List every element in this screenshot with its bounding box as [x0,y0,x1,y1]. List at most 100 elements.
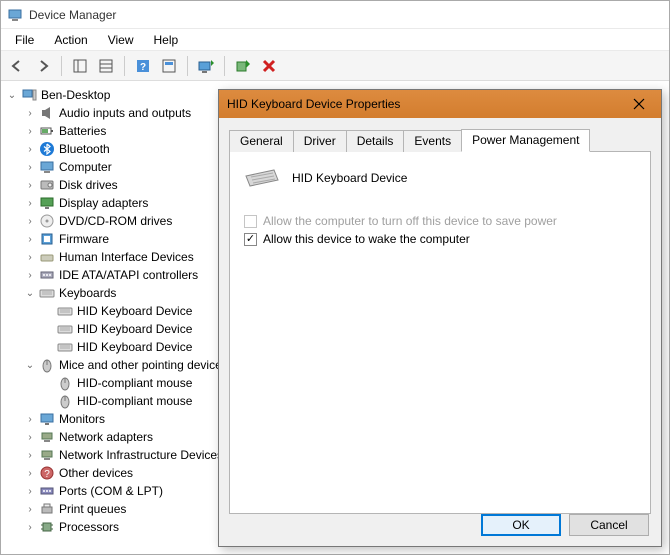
device-name: HID Keyboard Device [292,171,407,185]
tree-item-label: IDE ATA/ATAPI controllers [57,268,198,282]
properties-grid-button[interactable] [94,54,118,78]
tree-item-label: HID Keyboard Device [75,340,192,354]
expand-icon[interactable]: › [23,432,37,443]
expand-icon[interactable]: › [23,198,37,209]
expand-icon[interactable]: › [23,486,37,497]
cancel-button[interactable]: Cancel [569,514,649,536]
tree-item-label: Firmware [57,232,109,246]
checkbox-row-turnoff: Allow the computer to turn off this devi… [244,214,636,228]
expand-icon[interactable]: › [23,108,37,119]
tree-item-label: Print queues [57,502,126,516]
tree-item-label: Processors [57,520,119,534]
tab-events[interactable]: Events [403,130,462,152]
menu-view[interactable]: View [98,31,144,49]
mouse-icon [57,375,73,391]
disk-icon [39,177,55,193]
mouse-icon [57,393,73,409]
uninstall-device-button[interactable] [257,54,281,78]
tree-item-label: DVD/CD-ROM drives [57,214,172,228]
checkbox-wake-label: Allow this device to wake the computer [263,232,470,246]
toolbar-separator [187,56,188,76]
other-icon: ? [39,465,55,481]
action-button[interactable] [157,54,181,78]
tree-item-label: Computer [57,160,112,174]
checkbox-turnoff-label: Allow the computer to turn off this devi… [263,214,557,228]
tab-general[interactable]: General [229,130,294,152]
expand-icon[interactable]: › [23,180,37,191]
keyboard-icon [57,321,73,337]
tree-item-label: Audio inputs and outputs [57,106,191,120]
menubar: File Action View Help [1,29,669,51]
show-hide-tree-button[interactable] [68,54,92,78]
tab-driver[interactable]: Driver [293,130,347,152]
forward-button[interactable] [31,54,55,78]
expand-icon[interactable]: › [23,450,37,461]
enable-device-button[interactable] [231,54,255,78]
properties-dialog: HID Keyboard Device Properties General D… [218,89,662,547]
dialog-button-row: OK Cancel [481,514,649,536]
pc-icon [21,87,37,103]
scan-hardware-button[interactable] [194,54,218,78]
help-button[interactable]: ? [131,54,155,78]
menu-file[interactable]: File [5,31,44,49]
device-header: HID Keyboard Device [244,166,636,190]
hid-icon [39,249,55,265]
close-icon[interactable] [625,94,653,114]
toolbar: ? [1,51,669,81]
battery-icon [39,123,55,139]
expand-icon[interactable]: › [23,414,37,425]
network-icon [39,447,55,463]
expand-icon[interactable]: ⌄ [23,360,37,371]
display-icon [39,195,55,211]
svg-text:?: ? [140,62,146,73]
menu-help[interactable]: Help [144,31,189,49]
tree-item-label: Monitors [57,412,105,426]
expand-icon[interactable]: ⌄ [5,90,19,101]
checkbox-turnoff [244,215,257,228]
back-button[interactable] [5,54,29,78]
monitor-icon [39,411,55,427]
disc-icon [39,213,55,229]
tab-power-management[interactable]: Power Management [461,129,590,152]
network-icon [39,429,55,445]
toolbar-separator [224,56,225,76]
tree-item-label: HID-compliant mouse [75,394,192,408]
speaker-icon [39,105,55,121]
tree-item-label: HID Keyboard Device [75,304,192,318]
expand-icon[interactable]: ⌄ [23,288,37,299]
tab-details[interactable]: Details [346,130,405,152]
dialog-titlebar[interactable]: HID Keyboard Device Properties [219,90,661,118]
expand-icon[interactable]: › [23,162,37,173]
tree-item-label: HID-compliant mouse [75,376,192,390]
expand-icon[interactable]: › [23,504,37,515]
tree-item-label: Mice and other pointing devices [57,358,228,372]
tree-item-label: Network adapters [57,430,153,444]
expand-icon[interactable]: › [23,270,37,281]
ok-button[interactable]: OK [481,514,561,536]
app-icon [7,7,23,23]
expand-icon[interactable]: › [23,252,37,263]
tab-panel-power: HID Keyboard Device Allow the computer t… [229,152,651,514]
expand-icon[interactable]: › [23,144,37,155]
computer-icon [39,159,55,175]
window-titlebar: Device Manager [1,1,669,29]
expand-icon[interactable]: › [23,126,37,137]
tree-item-label: Ben-Desktop [39,88,110,102]
menu-action[interactable]: Action [44,31,97,49]
expand-icon[interactable]: › [23,216,37,227]
keyboard-icon [244,166,280,190]
keyboard-icon [57,339,73,355]
expand-icon[interactable]: › [23,522,37,533]
tree-item-label: Disk drives [57,178,118,192]
expand-icon[interactable]: › [23,468,37,479]
expand-icon[interactable]: › [23,234,37,245]
checkbox-wake[interactable] [244,233,257,246]
tree-item-label: HID Keyboard Device [75,322,192,336]
dialog-title: HID Keyboard Device Properties [227,97,625,111]
tree-item-label: Keyboards [57,286,116,300]
firmware-icon [39,231,55,247]
tree-item-label: Ports (COM & LPT) [57,484,163,498]
mouse-icon [39,357,55,373]
tree-item-label: Human Interface Devices [57,250,194,264]
toolbar-separator [61,56,62,76]
